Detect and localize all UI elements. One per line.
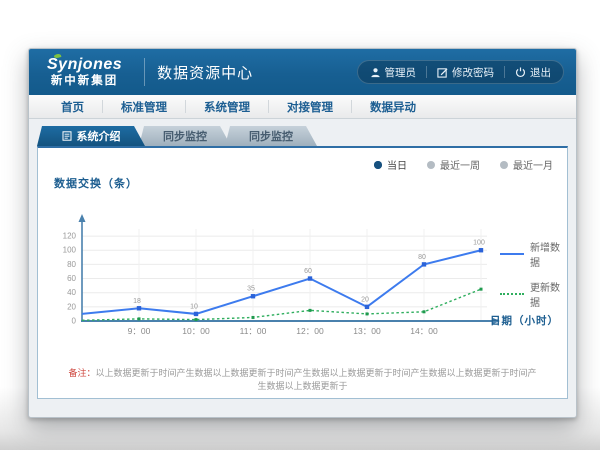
legend-label: 新增数据 — [530, 239, 567, 269]
svg-text:10：00: 10：00 — [182, 326, 210, 336]
time-range-filter: 当日 最近一周 最近一月 — [374, 157, 553, 172]
user-toolbar: 管理员 修改密码 退出 — [357, 60, 565, 84]
header-divider — [144, 58, 145, 86]
power-icon — [515, 67, 526, 78]
exchange-line-chart: 0 20 40 60 80 100 120 9：00 10：00 11：00 12：00 13：00 1… — [52, 193, 502, 348]
nav-item-system-mgmt[interactable]: 系统管理 — [186, 95, 268, 118]
svg-text:0: 0 — [72, 317, 77, 326]
edit-icon — [437, 67, 448, 78]
logout-label: 退出 — [530, 65, 551, 80]
radio-last-week[interactable]: 最近一周 — [427, 157, 480, 172]
y-axis-title: 数据交换（条） — [54, 175, 567, 191]
radio-last-month[interactable]: 最近一月 — [500, 157, 553, 172]
desktop-background: Synjones 新中新集团 数据资源中心 管理员 — [0, 0, 600, 450]
change-password-button[interactable]: 修改密码 — [437, 65, 494, 80]
svg-text:14：00: 14：00 — [410, 326, 438, 336]
logout-button[interactable]: 退出 — [515, 65, 551, 80]
radio-dot-icon — [374, 161, 382, 169]
footnote-prefix: 备注： — [68, 368, 95, 378]
svg-text:12：00: 12：00 — [296, 326, 324, 336]
tab-label: 系统介绍 — [77, 128, 121, 144]
svg-text:60: 60 — [67, 274, 76, 283]
svg-text:9：00: 9：00 — [128, 326, 151, 336]
nav-item-standard-mgmt[interactable]: 标准管理 — [103, 95, 185, 118]
user-icon — [370, 67, 381, 78]
chart-area: 0 20 40 60 80 100 120 9：00 10：00 11：00 12：00 13：00 1… — [38, 193, 567, 353]
legend-label: 更新数据 — [530, 279, 567, 309]
page-title: 数据资源中心 — [157, 62, 253, 83]
brand-name: Synjones — [47, 57, 122, 74]
svg-text:10: 10 — [190, 303, 198, 310]
svg-text:100: 100 — [473, 240, 485, 247]
svg-text:100: 100 — [63, 246, 77, 255]
radio-label: 当日 — [387, 157, 407, 172]
brand-subtitle: 新中新集团 — [51, 75, 119, 87]
x-axis-title: 日期（小时） — [490, 313, 559, 328]
title-bar: Synjones 新中新集团 数据资源中心 管理员 — [29, 49, 576, 95]
pill-divider — [426, 66, 427, 78]
legend-item-updated-data: 更新数据 — [500, 279, 567, 309]
dotted-line-swatch — [500, 293, 524, 295]
tab-system-intro[interactable]: 系统介绍 — [37, 126, 145, 146]
svg-text:18: 18 — [133, 298, 141, 305]
document-icon — [62, 131, 72, 141]
tab-label: 同步监控 — [249, 128, 293, 144]
nav-item-interface-mgmt[interactable]: 对接管理 — [269, 95, 351, 118]
radio-today[interactable]: 当日 — [374, 157, 407, 172]
solid-line-swatch — [500, 253, 524, 255]
nav-item-home[interactable]: 首页 — [43, 95, 102, 118]
tab-sync-monitor-1[interactable]: 同步监控 — [139, 126, 231, 146]
app-window: Synjones 新中新集团 数据资源中心 管理员 — [28, 48, 577, 418]
svg-text:80: 80 — [418, 254, 426, 261]
radio-label: 最近一月 — [513, 157, 553, 172]
legend-item-new-data: 新增数据 — [500, 239, 567, 269]
svg-text:80: 80 — [67, 260, 76, 269]
svg-text:13：00: 13：00 — [353, 326, 381, 336]
svg-text:35: 35 — [247, 286, 255, 293]
main-nav: 首页 标准管理 系统管理 对接管理 数据异动 — [29, 95, 576, 119]
svg-text:40: 40 — [67, 288, 76, 297]
chart-legend: 新增数据 更新数据 — [500, 239, 567, 309]
radio-dot-icon — [427, 161, 435, 169]
footnote-text: 以上数据更新于时间产生数据以上数据更新于时间产生数据以上数据更新于时间产生数据以… — [96, 368, 537, 391]
brand-logo: Synjones 新中新集团 — [41, 57, 132, 88]
content-area: 系统介绍 同步监控 同步监控 当日 最近一周 — [29, 119, 576, 418]
tab-sync-monitor-2[interactable]: 同步监控 — [225, 126, 317, 146]
nav-item-data-change[interactable]: 数据异动 — [352, 95, 434, 118]
svg-text:60: 60 — [304, 268, 312, 275]
user-name: 管理员 — [385, 65, 417, 80]
svg-text:120: 120 — [63, 232, 77, 241]
svg-text:20: 20 — [361, 296, 369, 303]
pill-divider — [504, 66, 505, 78]
footnote: 备注：以上数据更新于时间产生数据以上数据更新于时间产生数据以上数据更新于时间产生… — [38, 367, 567, 392]
radio-label: 最近一周 — [440, 157, 480, 172]
svg-text:20: 20 — [67, 302, 76, 311]
radio-dot-icon — [500, 161, 508, 169]
svg-text:11：00: 11：00 — [240, 326, 267, 336]
tab-label: 同步监控 — [163, 128, 207, 144]
chart-panel: 当日 最近一周 最近一月 数据交换（条） 0 20 40 60 80 100 120 9：00… — [37, 146, 568, 399]
user-menu[interactable]: 管理员 — [370, 65, 417, 80]
change-password-label: 修改密码 — [452, 65, 494, 80]
tab-strip: 系统介绍 同步监控 同步监控 — [37, 126, 576, 146]
